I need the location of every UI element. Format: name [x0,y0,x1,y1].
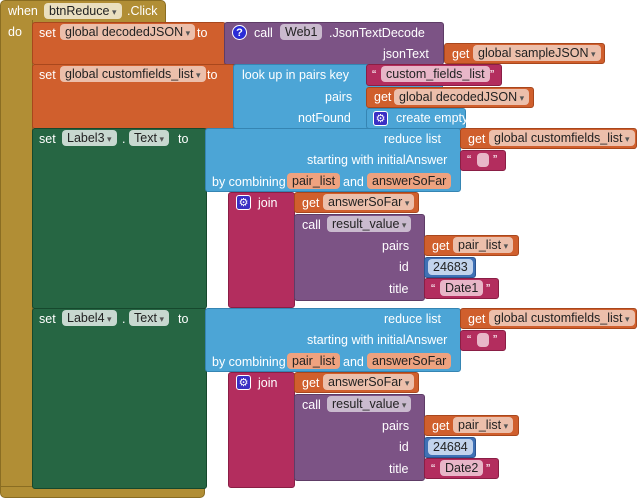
variable-dropdown[interactable]: answerSoFar [323,374,415,390]
help-icon[interactable] [232,25,247,40]
accumulator-param[interactable]: answerSoFar [367,173,452,189]
close-quote: ” [493,333,498,347]
call-label: call [254,26,273,40]
to-label: to [178,132,189,146]
and-label: and [343,355,364,369]
component-dropdown[interactable]: Label3 [62,130,117,146]
title-label: title [389,282,409,296]
gear-icon[interactable] [236,375,251,390]
set-label: set [39,26,56,40]
variable-dropdown[interactable]: global customfields_list [489,310,635,326]
title-text[interactable]: Date2 [440,460,484,476]
by-combining-label: by combining [212,355,286,369]
and-label: and [343,175,364,189]
close-quote: ” [486,462,491,476]
property-dropdown[interactable]: Text [129,130,169,146]
pairs-label: pairs [325,90,353,104]
close-quote: ” [490,68,495,82]
variable-dropdown[interactable]: global sampleJSON [473,45,601,61]
call-label: call [302,218,321,232]
key-text[interactable]: custom_fields_list [381,66,490,82]
set-label3-text-block[interactable]: set Label3 . Text to reduce list get glo… [0,128,638,309]
to-label: to [178,312,189,326]
component-dropdown[interactable]: btnReduce [44,3,122,19]
lookup-label: look up in pairs key [242,68,350,82]
title-label: title [389,462,409,476]
reduce-label: reduce list [384,132,441,146]
close-quote: ” [486,282,491,296]
notfound-label: notFound [298,111,351,125]
initial-answer-label: starting with initialAnswer [307,153,448,167]
property-dropdown[interactable]: Text [129,310,169,326]
method-name: .JsonTextDecode [329,26,425,40]
dot-label: . [122,132,126,146]
open-quote: “ [431,282,436,296]
item-param[interactable]: pair_list [287,173,341,189]
open-quote: “ [467,333,472,347]
join-label: join [258,376,278,390]
gear-icon[interactable] [373,111,388,126]
do-label: do [8,25,22,39]
procedure-dropdown[interactable]: result_value [327,396,412,412]
set-label: set [39,312,56,326]
variable-dropdown[interactable]: global decodedJSON [60,24,196,40]
jsontext-label: jsonText [383,47,429,61]
variable-dropdown[interactable]: answerSoFar [323,194,415,210]
get-label: get [468,312,486,326]
set-label: set [39,68,56,82]
gear-icon[interactable] [236,195,251,210]
title-text[interactable]: Date1 [440,280,484,296]
get-label: get [432,419,450,433]
number-value[interactable]: 24683 [428,259,473,275]
get-label: get [468,132,486,146]
initial-answer-label: starting with initialAnswer [307,333,448,347]
open-quote: “ [467,153,472,167]
id-label: id [399,440,409,454]
call-label: call [302,398,321,412]
empty-text[interactable] [477,153,489,167]
join-label: join [258,196,278,210]
set-component-block[interactable] [32,308,207,489]
get-label: get [432,239,450,253]
to-label: to [207,68,218,82]
to-label: to [197,26,208,40]
empty-text[interactable] [477,333,489,347]
variable-dropdown[interactable]: global customfields_list [60,66,206,82]
close-quote: ” [493,153,498,167]
get-label: get [302,196,320,210]
component-pill[interactable]: Web1 [280,24,323,40]
get-label: get [452,47,470,61]
dot-label: . [122,312,126,326]
variable-dropdown[interactable]: pair_list [453,417,514,433]
get-label: get [374,90,392,104]
event-name: .Click [127,4,158,18]
open-quote: “ [431,462,436,476]
set-component-block[interactable] [32,128,207,309]
variable-dropdown[interactable]: global decodedJSON [394,89,530,105]
pairs-label: pairs [382,419,410,433]
id-label: id [399,260,409,274]
pairs-label: pairs [382,239,410,253]
create-empty-list-label: create empty list [396,111,488,125]
set-label: set [39,132,56,146]
reduce-label: reduce list [384,312,441,326]
variable-dropdown[interactable]: global customfields_list [489,130,635,146]
item-param[interactable]: pair_list [287,353,341,369]
accumulator-param[interactable]: answerSoFar [367,353,452,369]
procedure-dropdown[interactable]: result_value [327,216,412,232]
open-quote: “ [372,68,377,82]
when-label: when [8,4,38,18]
component-dropdown[interactable]: Label4 [62,310,117,326]
by-combining-label: by combining [212,175,286,189]
variable-dropdown[interactable]: pair_list [453,237,514,253]
set-label4-text-block[interactable]: set Label4 . Text to reduce list get glo… [0,308,638,489]
number-value[interactable]: 24684 [428,439,473,455]
get-label: get [302,376,320,390]
